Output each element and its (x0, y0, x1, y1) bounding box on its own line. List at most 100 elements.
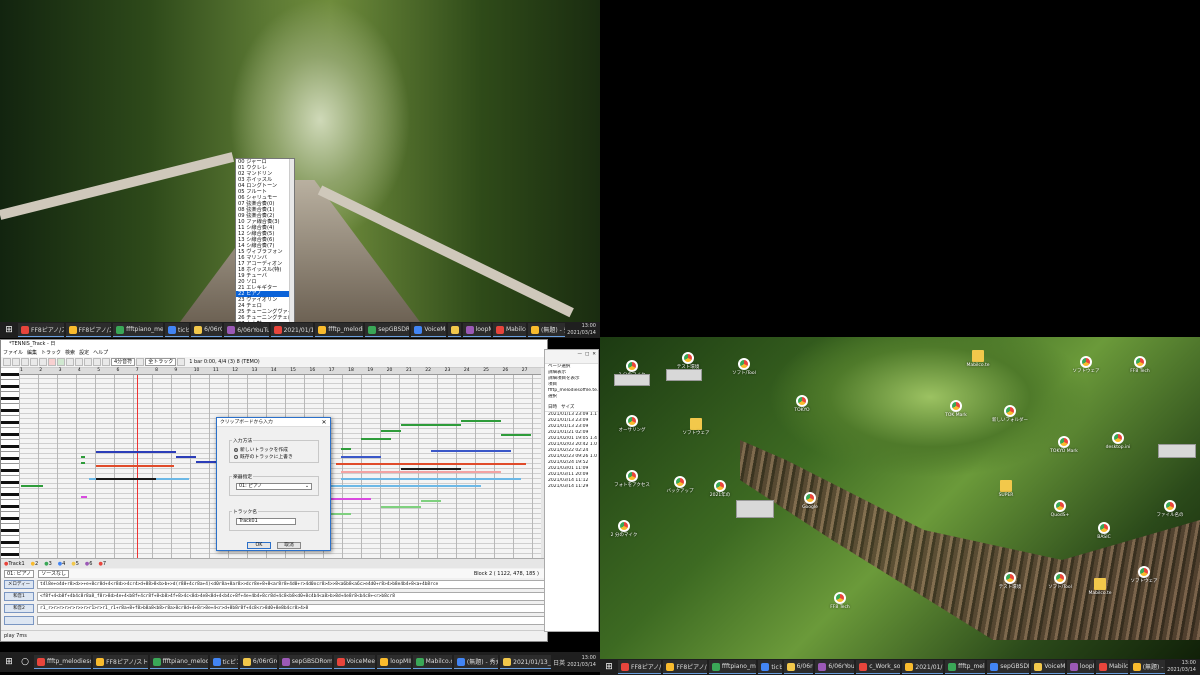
taskbar-item[interactable]: sepGBSDRomiz... (278, 655, 332, 669)
taskbar-item[interactable]: ffftpiano_melodies... (149, 655, 208, 669)
track-mode-select[interactable]: ソースなし (38, 569, 69, 578)
file-row[interactable]: 2021/03/14 11:29 (545, 484, 598, 490)
track-sequence-field[interactable] (37, 616, 547, 625)
desktop-icon[interactable]: 2021年の (700, 480, 740, 498)
desktop-icon[interactable]: テスト環境 (990, 572, 1030, 590)
desktop-icon[interactable]: TOK Mark (936, 400, 976, 418)
taskbar-clock[interactable]: 13:00 2021/03/14 (1167, 660, 1200, 674)
taskbar-item[interactable]: VoiceMeeter (333, 655, 376, 669)
instrument-list-scrollbar[interactable] (289, 159, 294, 337)
note-block[interactable] (96, 478, 156, 480)
desktop-icon[interactable]: ソフトウェア (1066, 356, 1106, 374)
note-block[interactable] (81, 462, 85, 464)
desktop-icon[interactable]: テスト環境 (668, 352, 708, 370)
note-block[interactable] (331, 498, 371, 500)
note-block[interactable] (361, 438, 391, 440)
taskbar-clock[interactable]: 13:00 2021/03/14 (567, 655, 600, 669)
note-block[interactable] (401, 468, 461, 470)
start-button[interactable]: ⊞ (2, 323, 16, 337)
taskbar-item[interactable]: FF8ピアノ/ストリ... (93, 655, 148, 669)
menu-item[interactable]: 編集 (27, 349, 37, 357)
undo-button[interactable] (30, 358, 38, 366)
taskbar-item[interactable]: ticピコ (209, 655, 238, 669)
desktop-icon[interactable]: ソフトウェア (676, 418, 716, 436)
dialog-instrument-select[interactable]: 01: ピアノ ⌄ (236, 483, 312, 490)
save-file-button[interactable] (21, 358, 29, 366)
track-row-button[interactable]: メロディー (4, 580, 34, 589)
file-explorer-window[interactable]: — □ ✕ ページ選択 詳細表示 詳細項目を表示 項目 ffftp_melodiesof… (544, 349, 599, 632)
loop-toggle[interactable] (177, 358, 186, 366)
note-block[interactable] (421, 500, 441, 502)
note-block[interactable] (341, 471, 501, 473)
search-icon[interactable]: ○ (18, 655, 32, 669)
desktop-icon[interactable]: FF8 Tech (1120, 356, 1160, 374)
column-size[interactable]: サイズ (561, 404, 574, 411)
desktop-icon[interactable]: QuodS+ (1040, 500, 1080, 518)
select-tool-icon[interactable] (84, 358, 92, 366)
clipboard-input-dialog[interactable]: クリップボードから入力 ✕ 入力方法 新しいトラックを作成 既存のトラックに上書… (216, 417, 331, 551)
cancel-button[interactable]: 取消 (277, 542, 301, 549)
pencil-tool-icon[interactable] (75, 358, 83, 366)
note-block[interactable] (176, 456, 196, 458)
note-block[interactable] (336, 463, 526, 465)
note-block[interactable] (81, 456, 85, 458)
taskbar-item[interactable]: sepGBSDRomiz... (987, 660, 1030, 674)
desktop-icon[interactable]: オーサリング (612, 415, 652, 433)
menu-item[interactable]: トラック (41, 349, 61, 357)
redo-button[interactable] (39, 358, 47, 366)
desktop-icon[interactable]: TOKYO Mark (1044, 436, 1084, 454)
taskbar-item[interactable]: 6/06rYouTube... (815, 660, 855, 674)
track-tab[interactable]: ●5 (71, 561, 79, 567)
desktop-icon[interactable]: フォトをアクセス (612, 470, 652, 488)
taskbar-item[interactable]: 6/06rGroti (239, 655, 277, 669)
taskbar-item[interactable]: (無題) - 秀丸... (453, 655, 499, 669)
radio-overwrite-track[interactable]: 既存のトラックに上書き (234, 453, 318, 460)
note-block[interactable] (381, 506, 421, 508)
note-block[interactable] (401, 424, 461, 426)
menu-item[interactable]: ファイル (3, 349, 23, 357)
zoom-out-icon[interactable] (102, 358, 110, 366)
desktop-icon[interactable]: FF8 Tech (820, 592, 860, 610)
new-file-button[interactable] (3, 358, 11, 366)
track-sequence-field[interactable]: <f8f+4<b8f+4b4c8r8a8_f8r>8d>4e+4<b8f+4cr… (37, 592, 547, 601)
track-name-input[interactable]: Track01 (236, 518, 296, 525)
track-tab[interactable]: ●7 (98, 561, 106, 567)
track-tab[interactable]: ●3 (44, 561, 52, 567)
start-button[interactable]: ⊞ (602, 660, 616, 674)
explorer-menu-item[interactable]: 選択 (545, 394, 598, 400)
taskbar-item[interactable]: 6/06rYouTubeに... (224, 323, 269, 337)
track-tab[interactable]: ●2 (31, 561, 39, 567)
minimize-icon[interactable]: — (577, 352, 582, 361)
note-block[interactable] (341, 456, 381, 458)
ime-indicator[interactable]: 日英 (553, 658, 565, 667)
taskbar-item[interactable]: FF8ピアノ/ストリ... (618, 660, 662, 674)
maximize-icon[interactable]: □ (585, 352, 589, 361)
taskbar-item[interactable]: VoiceMeeter (411, 323, 447, 337)
radio-new-track[interactable]: 新しいトラックを作成 (234, 446, 318, 453)
note-length-select[interactable]: 4分音符 (111, 358, 136, 366)
start-button[interactable]: ⊞ (2, 655, 16, 669)
dialog-close-icon[interactable]: ✕ (318, 418, 330, 426)
taskbar-item[interactable]: ticピコ (758, 660, 782, 674)
note-block[interactable] (21, 485, 43, 487)
taskbar-item[interactable]: FF8ピアノ/ストリ... (663, 660, 707, 674)
desktop-icon[interactable]: BASIC (1084, 522, 1124, 540)
taskbar-item[interactable]: loopMIDI (377, 655, 411, 669)
ok-button[interactable]: OK (247, 542, 271, 549)
taskbar-clock[interactable]: 13:00 2021/03/14 (567, 323, 600, 337)
piano-keyboard[interactable] (1, 368, 19, 558)
menu-item[interactable]: ヘルプ (93, 349, 108, 357)
taskbar-item[interactable]: Mabilco.c... (1096, 660, 1128, 674)
desktop-icon[interactable]: TOKYO (782, 395, 822, 413)
note-block[interactable] (341, 478, 521, 480)
track-tab[interactable]: ●4 (58, 561, 66, 567)
desktop-icon[interactable]: ソフトウェア (1124, 566, 1164, 584)
taskbar-item[interactable]: 2021/01/13_を... (270, 323, 314, 337)
taskbar-item[interactable]: sepGBSDRomiz... (365, 323, 410, 337)
menu-item[interactable]: 検索 (65, 349, 75, 357)
record-button[interactable] (48, 358, 56, 366)
taskbar-item[interactable]: 2021/01/13_を... (500, 655, 552, 669)
track-row-button[interactable] (4, 616, 34, 625)
taskbar-item[interactable]: c_Work_sonamic... (856, 660, 901, 674)
instrument-dropdown-list[interactable]: 00 ジャーロ 01 ウクレレ 02 マンドリン 03 ホイッスル 04 ロングトーン 0… (235, 158, 295, 338)
